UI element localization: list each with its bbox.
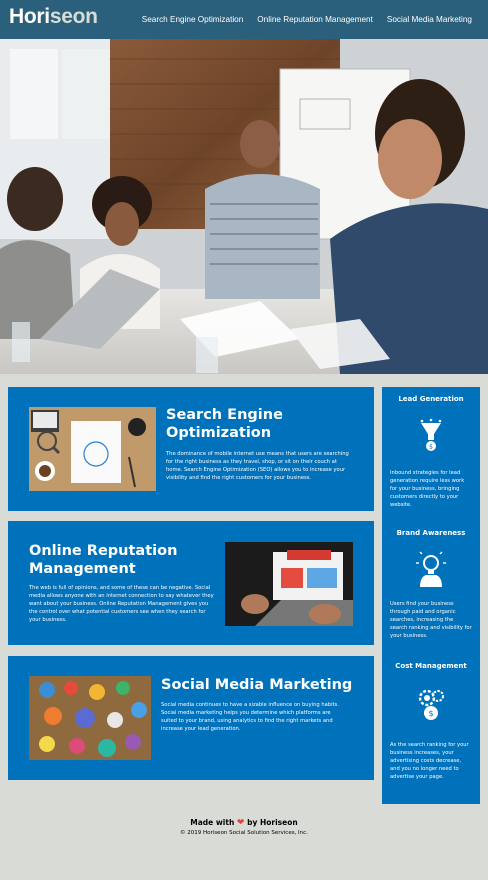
benefit-title: Lead Generation [398, 395, 464, 403]
made-suffix: by Horiseon [247, 818, 298, 827]
card-title: Search Engine Optimization [166, 407, 283, 441]
card-body: Social media continues to have a sizable… [161, 702, 339, 732]
lead-funnel-icon: $ [416, 418, 446, 454]
logo-accent: seon [49, 5, 98, 28]
benefit-cost: Cost Management $ As the search ranking … [382, 662, 480, 782]
benefit-title: Brand Awareness [396, 529, 466, 537]
cost-gears-icon: $ [416, 686, 446, 722]
copyright: © 2019 Horiseon Social Solution Services… [180, 830, 308, 836]
social-image [29, 676, 151, 760]
benefit-brand: Brand Awareness Users find your business… [382, 529, 480, 641]
site-header: Horiseon Search Engine Optimization Onli… [0, 0, 488, 39]
hero-photo [0, 39, 488, 374]
seo-image-graphic [29, 407, 156, 491]
brand-bulb-icon [416, 551, 446, 587]
nav-link-seo[interactable]: Search Engine Optimization [142, 15, 244, 24]
benefit-body: As the search ranking for your business … [390, 742, 469, 780]
benefits-sidebar: Lead Generation $ Inbound strategies for… [382, 387, 480, 804]
social-image-graphic [29, 676, 151, 760]
card-reputation: Online Reputation Management The web is … [8, 521, 374, 645]
main-nav: Search Engine Optimization Online Reputa… [142, 0, 488, 39]
logo-main: Hori [9, 5, 50, 28]
benefit-title: Cost Management [395, 662, 467, 670]
card-social: Social Media Marketing Social media cont… [8, 656, 374, 780]
site-footer: Made with ❤ by Horiseon © 2019 Horiseon … [0, 818, 488, 836]
reputation-image [225, 542, 353, 626]
card-body: The dominance of mobile internet use mea… [166, 451, 349, 481]
card-seo: Search Engine Optimization The dominance… [8, 387, 374, 511]
benefit-body: Inbound strategies for lead generation r… [390, 470, 465, 508]
made-with-line: Made with ❤ by Horiseon [0, 818, 488, 828]
benefit-lead: Lead Generation $ Inbound strategies for… [382, 395, 480, 510]
logo[interactable]: Horiseon [9, 5, 98, 29]
svg-text:$: $ [428, 709, 433, 718]
nav-link-social[interactable]: Social Media Marketing [387, 15, 472, 24]
card-title: Social Media Marketing [161, 677, 353, 693]
seo-image [29, 407, 156, 491]
benefit-body: Users find your business through paid an… [390, 601, 472, 639]
svg-text:$: $ [429, 444, 433, 451]
made-prefix: Made with [190, 818, 235, 827]
hero-image [0, 39, 488, 374]
card-title: Online Reputation Management [29, 543, 178, 577]
reputation-image-graphic [225, 542, 353, 626]
card-body: The web is full of opinions, and some of… [29, 585, 214, 623]
heart-icon: ❤ [236, 818, 245, 828]
nav-link-reputation[interactable]: Online Reputation Management [257, 15, 373, 24]
